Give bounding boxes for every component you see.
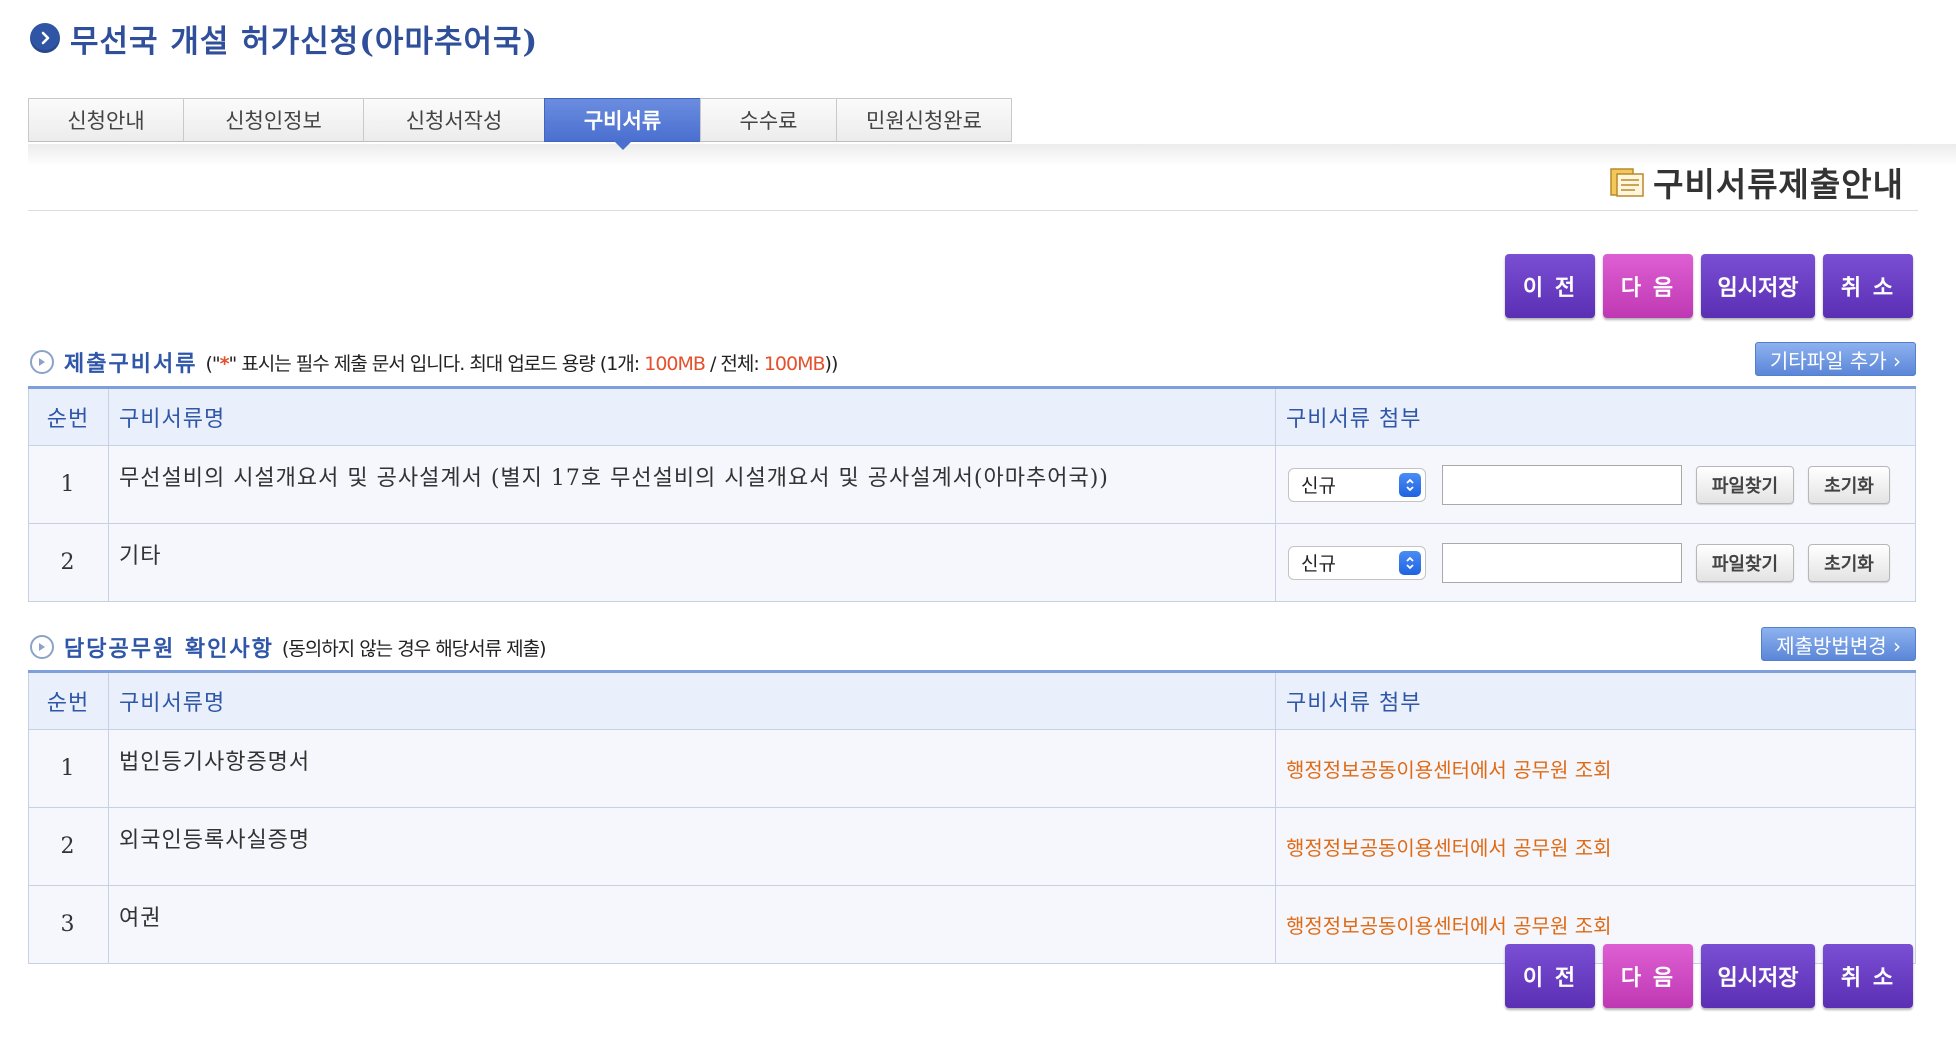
section-heading-text: 구비서류제출안내	[1653, 165, 1904, 204]
column-header-doc: 구비서류명	[108, 387, 1276, 446]
document-name: 여권	[108, 885, 1276, 964]
top-action-buttons: 이 전 다 음 임시저장 취 소	[1505, 254, 1913, 318]
chevron-right-circle-icon	[30, 350, 54, 374]
document-name: 외국인등록사실증명	[108, 807, 1276, 886]
officer-section-title: 담당공무원 확인사항	[64, 636, 274, 662]
officer-lookup-text: 행정정보공동이용센터에서 공무원 조회	[1275, 807, 1916, 886]
column-header-doc: 구비서류명	[108, 671, 1276, 730]
column-header-num: 순번	[28, 671, 109, 730]
officer-section-note: (동의하지 않는 경우 해당서류 제출)	[281, 637, 547, 660]
row-num: 2	[28, 807, 109, 886]
row-num: 3	[28, 885, 109, 964]
table-row: 1 무선설비의 시설개요서 및 공사설계서 (별지 17호 무선설비의 시설개요…	[28, 445, 1916, 524]
column-header-attach: 구비서류 첨부	[1275, 671, 1916, 730]
row-num: 1	[28, 445, 109, 524]
tab-application-guide[interactable]: 신청안내	[28, 98, 184, 142]
table-row: 2 기타 신규 파일찾기 초기화	[28, 523, 1916, 602]
table-row: 2 외국인등록사실증명 행정정보공동이용센터에서 공무원 조회	[28, 807, 1916, 886]
attach-cell: 신규 파일찾기 초기화	[1275, 445, 1916, 524]
tab-fees[interactable]: 수수료	[700, 98, 837, 142]
submit-section-label: 제출구비서류 ("*" 표시는 필수 제출 문서 입니다. 최대 업로드 용량 …	[30, 346, 838, 378]
tab-required-documents[interactable]: 구비서류	[544, 98, 701, 150]
file-path-input[interactable]	[1442, 464, 1682, 505]
document-name: 기타	[108, 523, 1276, 602]
tab-application-complete[interactable]: 민원신청완료	[836, 98, 1012, 142]
reset-button[interactable]: 초기화	[1808, 465, 1890, 504]
table-header-row: 순번 구비서류명 구비서류 첨부	[28, 671, 1916, 730]
tab-applicant-info[interactable]: 신청인정보	[183, 98, 364, 142]
total-limit: 100MB	[763, 352, 826, 375]
column-header-num: 순번	[28, 387, 109, 446]
submission-type-select[interactable]: 신규	[1288, 545, 1426, 580]
submit-documents-table: 순번 구비서류명 구비서류 첨부 1 무선설비의 시설개요서 및 공사설계서 (…	[28, 386, 1916, 602]
find-file-button[interactable]: 파일찾기	[1696, 465, 1794, 504]
active-tab-caret	[613, 141, 632, 150]
required-mark: *	[219, 352, 230, 375]
submission-type-select[interactable]: 신규	[1288, 467, 1426, 502]
change-submission-method-button[interactable]: 제출방법변경 ›	[1761, 627, 1916, 661]
section-heading: 구비서류제출안내	[1609, 158, 1904, 206]
document-folder-icon	[1610, 168, 1644, 197]
table-row: 1 법인등기사항증명서 행정정보공동이용센터에서 공무원 조회	[28, 729, 1916, 808]
reset-button[interactable]: 초기화	[1808, 543, 1890, 582]
cancel-button[interactable]: 취 소	[1823, 254, 1913, 318]
column-header-attach: 구비서류 첨부	[1275, 387, 1916, 446]
prev-button[interactable]: 이 전	[1505, 254, 1595, 318]
officer-verification-table: 순번 구비서류명 구비서류 첨부 1 법인등기사항증명서 행정정보공동이용센터에…	[28, 670, 1916, 964]
tab-application-form[interactable]: 신청서작성	[363, 98, 545, 142]
find-file-button[interactable]: 파일찾기	[1696, 543, 1794, 582]
officer-lookup-text: 행정정보공동이용센터에서 공무원 조회	[1275, 729, 1916, 808]
row-num: 2	[28, 523, 109, 602]
chevron-right-circle-icon	[30, 23, 60, 53]
officer-section-label: 담당공무원 확인사항 (동의하지 않는 경우 해당서류 제출)	[30, 631, 547, 663]
temp-save-button[interactable]: 임시저장	[1701, 254, 1815, 318]
attach-cell: 신규 파일찾기 초기화	[1275, 523, 1916, 602]
prev-button[interactable]: 이 전	[1505, 944, 1595, 1008]
cancel-button[interactable]: 취 소	[1823, 944, 1913, 1008]
select-arrows-icon	[1399, 472, 1421, 497]
bottom-action-buttons: 이 전 다 음 임시저장 취 소	[1505, 944, 1913, 1008]
chevron-right-circle-icon	[30, 635, 54, 659]
add-other-file-button[interactable]: 기타파일 추가 ›	[1754, 342, 1916, 376]
step-tabs: 신청안내 신청인정보 신청서작성 구비서류 수수료 민원신청완료	[28, 98, 1012, 150]
submit-section-note: ("*" 표시는 필수 제출 문서 입니다. 최대 업로드 용량 (1개: 10…	[205, 352, 838, 375]
table-header-row: 순번 구비서류명 구비서류 첨부	[28, 387, 1916, 446]
document-name: 법인등기사항증명서	[108, 729, 1276, 808]
submit-section-title: 제출구비서류	[64, 351, 198, 377]
select-arrows-icon	[1399, 550, 1421, 575]
next-button[interactable]: 다 음	[1603, 944, 1693, 1008]
next-button[interactable]: 다 음	[1603, 254, 1693, 318]
temp-save-button[interactable]: 임시저장	[1701, 944, 1815, 1008]
page-root: 무선국 개설 허가신청(아마추어국) 신청안내 신청인정보 신청서작성 구비서류…	[0, 0, 1956, 1040]
document-name: 무선설비의 시설개요서 및 공사설계서 (별지 17호 무선설비의 시설개요서 …	[108, 445, 1276, 524]
row-num: 1	[28, 729, 109, 808]
page-title: 무선국 개설 허가신청(아마추어국)	[30, 14, 538, 62]
per-file-limit: 100MB	[644, 352, 706, 375]
file-path-input[interactable]	[1442, 542, 1682, 583]
page-title-text: 무선국 개설 허가신청(아마추어국)	[70, 23, 539, 60]
divider	[28, 210, 1918, 211]
